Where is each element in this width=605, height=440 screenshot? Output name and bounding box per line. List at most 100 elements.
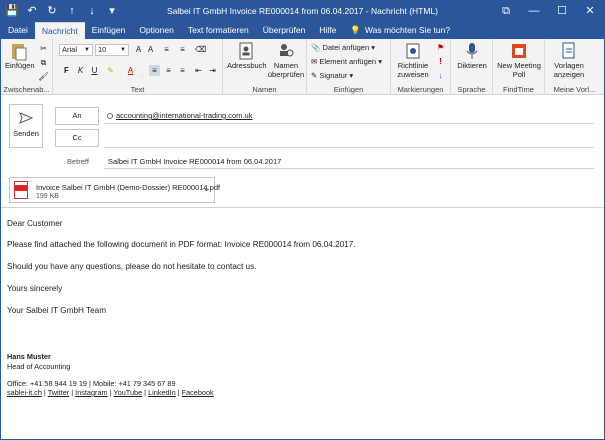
signature-links: sablei-it.ch | Twitter | Instagram | You… <box>7 388 214 397</box>
attach-file-button[interactable]: 📎 Datei anfügen ▾ <box>311 43 375 52</box>
link-linkedin[interactable]: LinkedIn <box>148 388 176 397</box>
restore-icon[interactable]: ⧉ <box>492 1 520 22</box>
body-closing: Yours sincerely <box>7 284 63 293</box>
signature-icon: ✎ <box>311 71 318 80</box>
chevron-down-icon: ▼ <box>84 47 90 53</box>
copy-icon[interactable]: ⧉ <box>38 57 49 68</box>
envelope-icon: ✉ <box>311 57 318 66</box>
font-size-select[interactable]: 10 ▼ <box>95 44 129 56</box>
pdf-file-icon <box>14 181 28 199</box>
addressbook-button[interactable]: Adressbuch <box>227 41 267 71</box>
grow-font-icon[interactable]: A <box>133 44 144 55</box>
tab-datei[interactable]: Datei <box>1 22 35 39</box>
chevron-down-icon: ▼ <box>120 47 126 53</box>
to-recipient[interactable]: accounting@international-trading.com.uk <box>116 111 252 120</box>
high-importance-icon[interactable]: ! <box>435 56 446 67</box>
new-meeting-poll-label: New Meeting Poll <box>497 61 541 79</box>
signature-label: Signatur <box>319 71 348 80</box>
link-youtube[interactable]: YouTube <box>113 388 142 397</box>
link-instagram[interactable]: Instagram <box>75 388 107 397</box>
outlook-window: 💾 ↶ ↻ ↑ ↓ ▾ Salbei IT GmbH Invoice RE000… <box>0 0 605 440</box>
highlight-icon[interactable]: ✎ <box>105 65 116 76</box>
shrink-font-icon[interactable]: A <box>145 44 156 55</box>
align-left-icon[interactable]: ≡ <box>149 65 160 76</box>
bullets-icon[interactable]: ≡ <box>161 44 172 55</box>
decrease-indent-icon[interactable]: ⇤ <box>193 65 204 76</box>
font-value: Arial <box>62 45 78 54</box>
align-right-icon[interactable]: ≡ <box>177 65 188 76</box>
chevron-down-icon: ▾ <box>371 43 375 52</box>
meeting-poll-icon <box>512 44 526 58</box>
send-button[interactable]: Senden <box>9 104 43 148</box>
body-line-1: Please find attached the following docum… <box>7 240 356 249</box>
attach-item-label: Element anfügen <box>319 57 377 66</box>
underline-icon[interactable]: U <box>89 65 100 76</box>
tab-nachricht[interactable]: Nachricht <box>34 22 85 39</box>
recipient-status-icon <box>107 112 113 119</box>
font-size-value: 10 <box>98 45 107 54</box>
paste-button[interactable]: Einfügen <box>5 41 35 71</box>
tab-optionen[interactable]: Optionen <box>132 22 181 39</box>
new-meeting-poll-button[interactable]: New Meeting Poll <box>495 41 543 79</box>
tab-einfuegen[interactable]: Einfügen <box>85 22 133 39</box>
to-field[interactable]: accounting@international-trading.com.uk <box>107 111 252 120</box>
attach-file-label: Datei anfügen <box>322 43 370 52</box>
group-text-label: Text <box>130 85 145 94</box>
link-twitter[interactable]: Twitter <box>48 388 70 397</box>
title-bar: 💾 ↶ ↻ ↑ ↓ ▾ Salbei IT GmbH Invoice RE000… <box>1 1 604 22</box>
cut-icon[interactable]: ✂ <box>38 43 49 54</box>
view-templates-button[interactable]: Vorlagen anzeigen <box>549 41 589 79</box>
body-greeting: Dear Customer <box>7 219 63 228</box>
group-text: Arial ▼ 10 ▼ A A ≡ ≡ ⌫ F K U ✎ A ≡ ≡ ≡ ⇤ ⇥… <box>53 39 223 95</box>
templates-icon <box>562 42 575 59</box>
group-insert: 📎 Datei anfügen ▾ ✉ Element anfügen ▾ ✎ … <box>307 39 391 95</box>
group-findtime: New Meeting Poll FindTime <box>493 39 545 95</box>
flag-icon[interactable]: ⚑ <box>435 42 446 53</box>
group-findtime-label: FindTime <box>503 85 534 94</box>
attach-item-button[interactable]: ✉ Element anfügen ▾ <box>311 57 382 66</box>
numbering-icon[interactable]: ≡ <box>177 44 188 55</box>
low-importance-icon[interactable]: ↓ <box>435 70 446 81</box>
cc-button[interactable]: Cc <box>55 129 99 147</box>
body-line-2: Should you have any questions, please do… <box>7 262 257 271</box>
group-templates: Vorlagen anzeigen Meine Vorl... <box>545 39 604 95</box>
link-website[interactable]: sablei-it.ch <box>7 388 42 397</box>
italic-icon[interactable]: K <box>75 65 86 76</box>
tell-me-search[interactable]: 💡 Was möchten Sie tun? <box>343 22 457 39</box>
minimize-icon[interactable]: — <box>520 1 548 22</box>
format-painter-icon[interactable]: 🖌 <box>38 71 49 82</box>
attachment-name: Invoice Salbei IT GmbH (Demo-Dossier) RE… <box>36 183 221 192</box>
tab-hilfe[interactable]: Hilfe <box>312 22 343 39</box>
to-line <box>104 123 594 124</box>
dictate-button[interactable]: Diktieren <box>453 41 491 71</box>
check-names-button[interactable]: Namen überprüfen <box>267 41 305 79</box>
ribbon-tabs: Datei Nachricht Einfügen Optionen Text f… <box>1 22 604 39</box>
attachment-item[interactable]: Invoice Salbei IT GmbH (Demo-Dossier) RE… <box>9 177 220 203</box>
link-facebook[interactable]: Facebook <box>182 388 214 397</box>
group-names-label: Namen <box>252 85 277 94</box>
group-tags-label: Markierungen <box>397 85 444 94</box>
clear-format-icon[interactable]: ⌫ <box>195 44 206 55</box>
group-templates-label: Meine Vorl... <box>553 85 596 94</box>
addressbook-icon <box>239 42 253 60</box>
increase-indent-icon[interactable]: ⇥ <box>207 65 218 76</box>
chevron-down-icon[interactable]: ⌄ <box>203 184 210 193</box>
align-center-icon[interactable]: ≡ <box>163 65 174 76</box>
chevron-down-icon: ▾ <box>349 71 354 80</box>
signature-name-text: Hans Muster <box>7 352 51 361</box>
subject-field[interactable]: Salbei IT GmbH Invoice RE000014 from 06.… <box>108 157 281 166</box>
tab-ueberpruefen[interactable]: Überprüfen <box>256 22 313 39</box>
cc-field[interactable] <box>104 147 594 148</box>
group-insert-label: Einfügen <box>333 85 364 94</box>
to-button[interactable]: An <box>55 107 99 125</box>
font-color-icon[interactable]: A <box>125 65 136 76</box>
microphone-icon <box>466 43 478 59</box>
bold-icon[interactable]: F <box>61 65 72 76</box>
font-select[interactable]: Arial ▼ <box>59 44 93 56</box>
close-icon[interactable]: ✕ <box>576 1 604 22</box>
assign-policy-button[interactable]: Richtlinie zuweisen <box>393 41 433 79</box>
maximize-icon[interactable]: ☐ <box>548 1 576 22</box>
signature-button[interactable]: ✎ Signatur ▾ <box>311 71 353 80</box>
dictate-label: Diktieren <box>457 61 487 70</box>
tab-text-formatieren[interactable]: Text formatieren <box>181 22 256 39</box>
